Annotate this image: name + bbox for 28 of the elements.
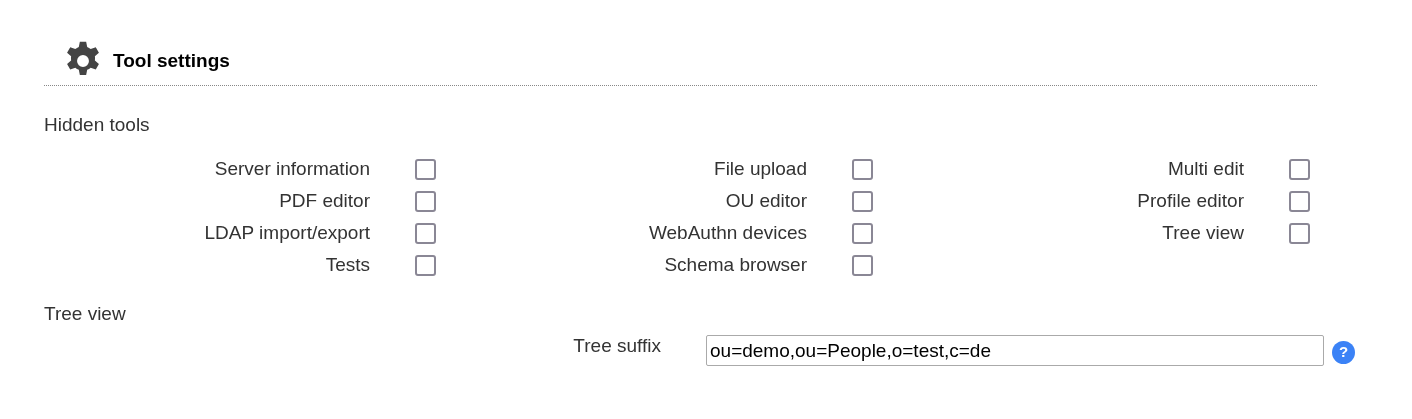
checkbox-label: WebAuthn devices	[647, 220, 807, 245]
field-label: Tree suffix	[572, 334, 661, 359]
checkbox-label: LDAP import/export	[203, 220, 370, 245]
section-title: Tool settings	[113, 48, 230, 73]
checkbox[interactable]	[415, 190, 436, 212]
checkbox[interactable]	[1289, 190, 1310, 212]
checkbox[interactable]	[852, 254, 873, 276]
checkbox-label: Server information	[213, 156, 370, 181]
checkbox[interactable]	[852, 190, 873, 212]
checkbox[interactable]	[415, 254, 436, 276]
input-field[interactable]: ou=demo,ou=People,o=test,c=de	[706, 335, 1324, 366]
checkbox[interactable]	[1289, 158, 1310, 180]
checkbox[interactable]	[852, 222, 873, 244]
checkbox-label: Tree view	[1161, 220, 1244, 245]
checkbox-label: Multi edit	[1166, 156, 1244, 181]
checkbox[interactable]	[415, 158, 436, 180]
checkbox[interactable]	[852, 158, 873, 180]
checkbox-label: PDF editor	[278, 188, 370, 213]
checkbox-label: Tests	[324, 252, 370, 277]
checkbox-label: File upload	[713, 156, 807, 181]
help-icon[interactable]: ?	[1332, 341, 1355, 364]
checkbox-label: Schema browser	[663, 252, 807, 277]
section-heading: Hidden tools	[44, 114, 151, 136]
checkbox[interactable]	[1289, 222, 1310, 244]
checkbox[interactable]	[415, 222, 436, 244]
checkbox-label: OU editor	[724, 188, 807, 213]
checkbox-label: Profile editor	[1136, 188, 1244, 213]
section-heading: Tree view	[44, 303, 127, 325]
